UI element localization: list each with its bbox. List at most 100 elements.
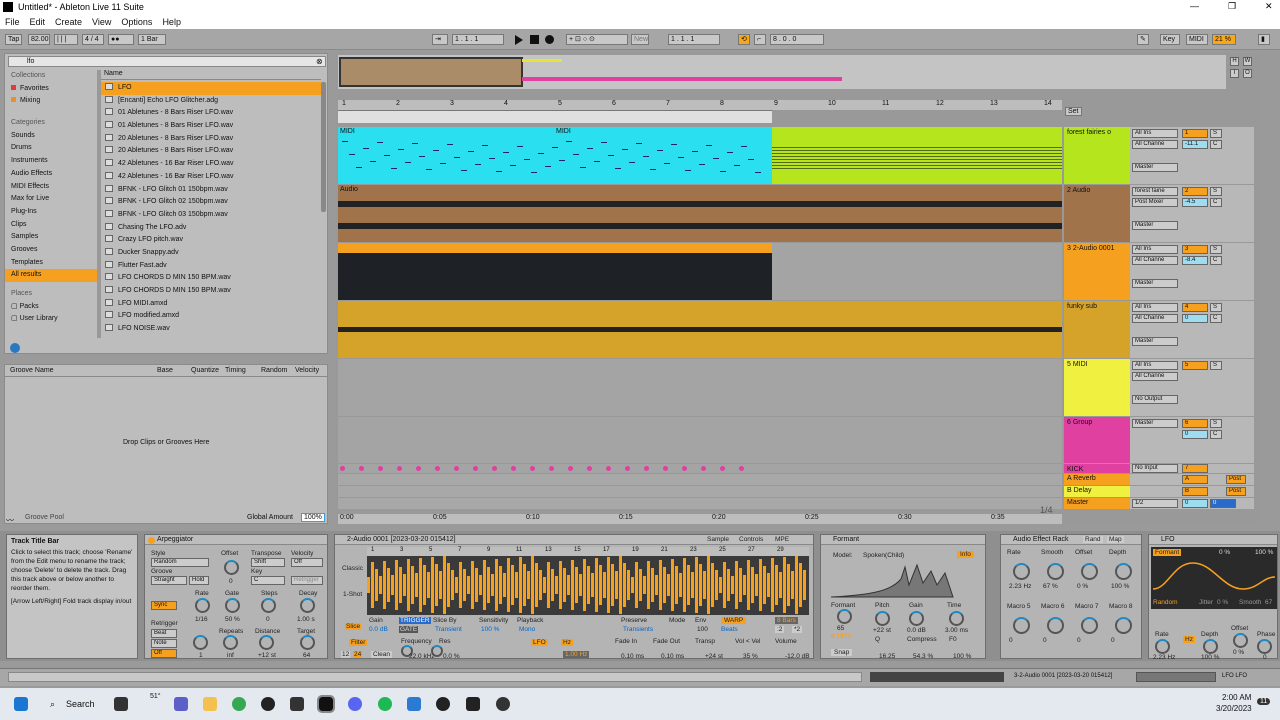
tab-sample[interactable]: Sample	[707, 536, 729, 543]
retrigger-beat[interactable]: Beat	[151, 629, 177, 638]
model-menu[interactable]: Spoken(Child)	[863, 552, 904, 559]
sync-button[interactable]: Sync	[151, 601, 177, 610]
velocity-retrigger[interactable]: Retrigger	[291, 576, 323, 585]
filter-12[interactable]: 12	[341, 651, 351, 658]
macro-knob[interactable]	[1047, 563, 1064, 580]
clip[interactable]: MIDI MIDI	[338, 127, 772, 184]
volume-field[interactable]: -8.4	[1182, 256, 1208, 265]
hold-button[interactable]: Hold	[189, 576, 209, 585]
solo-button[interactable]: S	[1210, 303, 1222, 312]
groove-menu[interactable]: Straight	[151, 576, 187, 585]
new-button[interactable]: New	[631, 34, 649, 45]
play-icon[interactable]	[515, 35, 523, 45]
file-item[interactable]: BFNK - LFO Glitch 01 150bpm.wav	[101, 184, 321, 197]
menu-view[interactable]: View	[87, 15, 116, 29]
filter-toggle[interactable]: Filter	[349, 639, 368, 646]
formant-info-button[interactable]: Info	[957, 551, 974, 558]
output-menu[interactable]: Master	[1132, 279, 1178, 288]
solo-button[interactable]: S	[1210, 245, 1222, 254]
macro-knob[interactable]	[1115, 617, 1132, 634]
env-value[interactable]: 100	[697, 626, 708, 633]
pan-field[interactable]: C	[1210, 430, 1222, 439]
preview-icon[interactable]	[10, 343, 20, 353]
w-button[interactable]: W	[1243, 57, 1252, 66]
volume-field[interactable]: 0	[1182, 314, 1208, 323]
category-grooves[interactable]: Grooves	[5, 244, 97, 257]
category-templates[interactable]: Templates	[5, 257, 97, 270]
track-name[interactable]: Master	[1067, 499, 1088, 506]
lfo-waveform-menu[interactable]: Random	[1153, 599, 1178, 606]
close-button[interactable]: ✕	[1265, 1, 1273, 12]
track-activator[interactable]: 6	[1182, 419, 1208, 428]
clip[interactable]	[772, 127, 1062, 184]
browser-scrollbar[interactable]	[321, 82, 326, 212]
lfo-toggle[interactable]: LFO	[531, 639, 548, 646]
vscode-icon[interactable]	[407, 697, 421, 711]
macro-knob[interactable]	[1081, 563, 1098, 580]
solo-button[interactable]: S	[1210, 129, 1222, 138]
overview[interactable]	[338, 55, 1226, 89]
global-amount-field[interactable]: 100%	[301, 513, 325, 522]
volume-field[interactable]: 0	[1182, 430, 1208, 439]
file-item[interactable]: Crazy LFO pitch.wav	[101, 234, 321, 247]
halve-button[interactable]: :2	[775, 626, 785, 633]
clip[interactable]	[772, 243, 1062, 300]
lfo-phase-knob[interactable]	[1257, 639, 1272, 654]
device-on-icon[interactable]	[148, 537, 155, 544]
file-item[interactable]: LFO CHORDS D MIN 150 BPM.wav	[101, 285, 321, 298]
rand-button[interactable]: Rand	[1083, 536, 1103, 543]
rate-knob[interactable]	[195, 598, 210, 613]
retrigger-note[interactable]: Note	[151, 639, 177, 648]
track-activator[interactable]: 0	[1182, 499, 1208, 508]
punch-button[interactable]: ⌐	[754, 34, 766, 45]
vol-vel-value[interactable]: 35 %	[743, 653, 758, 660]
decay-knob[interactable]	[300, 598, 315, 613]
groove-pool-label[interactable]: Groove Pool	[25, 514, 64, 521]
track-activator[interactable]: 7	[1182, 464, 1208, 473]
category-sounds[interactable]: Sounds	[5, 130, 97, 143]
sensitivity-value[interactable]: 100 %	[481, 626, 499, 633]
clip[interactable]	[338, 243, 772, 300]
q-value[interactable]: 16.25	[879, 653, 895, 660]
solo-button[interactable]: S	[1210, 361, 1222, 370]
app-icon-2[interactable]	[290, 697, 304, 711]
quantize-menu[interactable]: 1 Bar	[138, 34, 166, 45]
rack-side-buttons[interactable]	[990, 537, 996, 597]
track-lane[interactable]	[338, 464, 1062, 473]
post-button[interactable]: Post	[1226, 475, 1246, 484]
warp-oneshot[interactable]: 1-Shot	[343, 591, 362, 598]
arpeggiator-title[interactable]: Arpeggiator	[145, 535, 327, 545]
track-header[interactable]: KICK	[1064, 464, 1130, 473]
chat-icon[interactable]	[174, 697, 188, 711]
category-max-for-live[interactable]: Max for Live	[5, 193, 97, 206]
playback-menu[interactable]: Mono	[519, 626, 535, 633]
track-header[interactable]: forest fairies o	[1064, 127, 1130, 184]
track-lane[interactable]	[338, 243, 1062, 300]
file-item[interactable]: LFO modified.amxd	[101, 310, 321, 323]
file-item[interactable]: BFNK - LFO Glitch 03 150bpm.wav	[101, 209, 321, 222]
track-lane[interactable]	[338, 417, 1062, 463]
loop-length-field[interactable]: 8 . 0 . 0	[770, 34, 824, 45]
ableton-live-icon[interactable]	[317, 695, 335, 713]
pan-field[interactable]: C	[1210, 314, 1222, 323]
follow-button[interactable]: ⇥	[432, 34, 448, 45]
file-item[interactable]: 42 Abletunes - 16 Bar Riser LFO.wav	[101, 158, 321, 171]
track-lane[interactable]: Audio	[338, 185, 1062, 242]
set-button[interactable]: Set	[1065, 107, 1082, 116]
master-volume[interactable]: 0	[1210, 499, 1236, 508]
category-audio-effects[interactable]: Audio Effects	[5, 168, 97, 181]
file-item[interactable]: 42 Abletunes - 16 Bar Riser LFO.wav	[101, 171, 321, 184]
output-menu[interactable]: 1/2	[1132, 499, 1178, 508]
retrigger-off[interactable]: Off	[151, 649, 177, 658]
category-samples[interactable]: Samples	[5, 231, 97, 244]
output-menu[interactable]: Master	[1132, 163, 1178, 172]
transpose-value[interactable]: +24 st	[705, 653, 723, 660]
file-item[interactable]: 20 Abletunes - 8 Bars Riser LFO.wav	[101, 133, 321, 146]
track-activator[interactable]: 5	[1182, 361, 1208, 370]
macro-knob[interactable]	[1115, 563, 1132, 580]
bar-ruler[interactable]: 1 2 3 4 5 6 7 8 9 10 11 12 13 14	[338, 100, 1062, 110]
clip-length[interactable]: 8 Bars	[775, 617, 798, 624]
overdub-buttons[interactable]: + ⊡ ○ ⊙	[566, 34, 628, 45]
output-menu[interactable]: No Output	[1132, 395, 1178, 404]
record-icon[interactable]	[545, 35, 554, 44]
